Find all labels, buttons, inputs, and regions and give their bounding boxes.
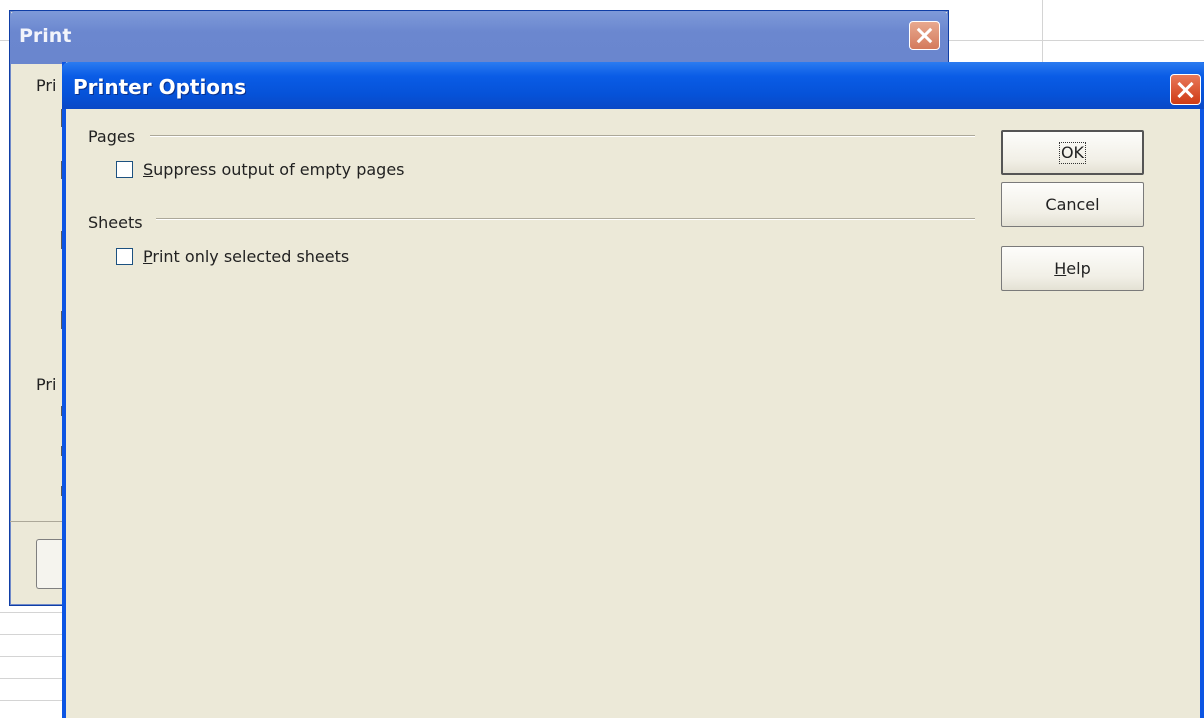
label-text: rint only selected sheets (152, 247, 350, 266)
help-button[interactable]: Help (1001, 246, 1144, 291)
print-selected-sheets-label: Print only selected sheets (143, 247, 349, 266)
cancel-button[interactable]: Cancel (1001, 182, 1144, 227)
label-text: uppress output of empty pages (153, 160, 405, 179)
sheets-group-separator (156, 218, 975, 219)
print-dialog-titlebar: Print (10, 11, 948, 64)
ok-button[interactable]: OK (1001, 130, 1144, 175)
help-button-label: Help (1054, 259, 1090, 278)
suppress-empty-pages-label: Suppress output of empty pages (143, 160, 405, 179)
mnemonic-letter: P (143, 247, 153, 266)
cancel-button-label: Cancel (1045, 195, 1100, 214)
label-text: elp (1066, 259, 1091, 278)
sheets-group-label: Sheets (88, 213, 143, 232)
print-dialog-label-fragment: Pri (36, 76, 57, 95)
print-selected-sheets-checkbox[interactable]: Print only selected sheets (116, 247, 349, 266)
suppress-empty-pages-checkbox[interactable]: Suppress output of empty pages (116, 160, 405, 179)
printer-options-dialog: Printer Options Pages Suppress output of… (62, 62, 1204, 718)
ok-button-label: OK (1058, 141, 1087, 164)
mnemonic-letter: H (1054, 259, 1067, 278)
printer-options-titlebar: Printer Options (62, 62, 1204, 109)
print-dialog-title: Print (19, 25, 72, 47)
checkbox-icon[interactable] (116, 248, 133, 265)
print-dialog-label-fragment: Pri (36, 375, 57, 394)
close-icon[interactable] (1170, 74, 1201, 105)
mnemonic-letter: S (143, 160, 154, 179)
pages-group-separator (150, 135, 975, 136)
close-icon[interactable] (909, 21, 940, 50)
printer-options-title: Printer Options (73, 75, 247, 99)
checkbox-icon[interactable] (116, 161, 133, 178)
pages-group-label: Pages (88, 127, 136, 146)
